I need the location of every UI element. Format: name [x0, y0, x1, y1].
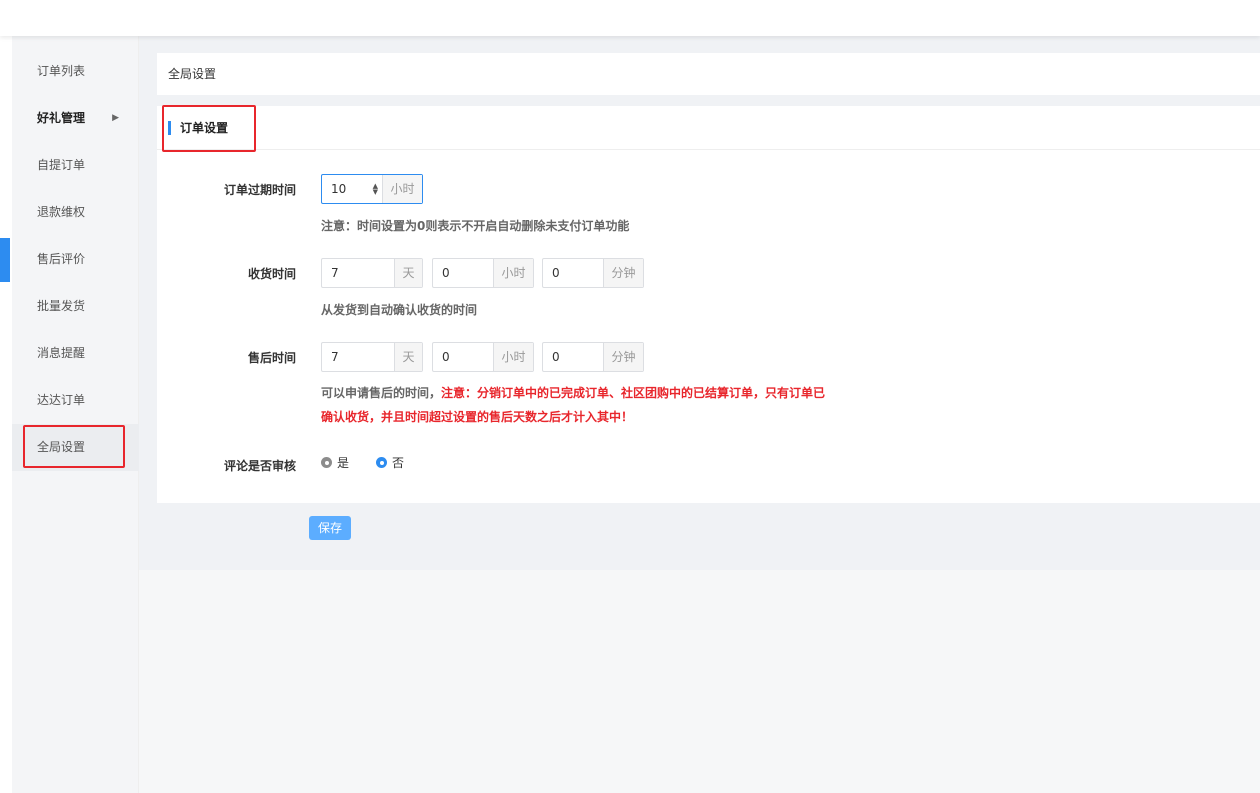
aftersale-hint-line-1: 可以申请售后的时间，注意：分销订单中的已完成订单、社区团购中的已结算订单，只有订… — [321, 384, 825, 401]
sidebar-item-order-list[interactable]: 订单列表 — [12, 48, 139, 95]
number-spinner-icon[interactable]: ▲ ▼ — [373, 183, 378, 196]
expire-hint: 注意：时间设置为0则表示不开启自动删除未支付订单功能 — [321, 219, 630, 233]
receive-days-input[interactable]: 7 — [322, 259, 394, 287]
receive-minutes-unit: 分钟 — [603, 259, 643, 287]
receive-days-group: 7 天 — [321, 258, 423, 288]
sidebar-item-refunds[interactable]: 退款维权 — [12, 189, 139, 236]
expire-input-group: 10 小时 ▲ ▼ — [321, 174, 423, 204]
top-bar — [0, 0, 1260, 36]
sidebar-item-dada-orders[interactable]: 达达订单 — [12, 377, 139, 424]
aftersale-days-unit: 天 — [394, 343, 422, 371]
radio-on-icon — [376, 457, 387, 468]
aftersale-hours-group: 0 小时 — [432, 342, 534, 372]
receive-hours-input[interactable]: 0 — [433, 259, 493, 287]
aftersale-minutes-group: 0 分钟 — [542, 342, 644, 372]
review-label: 评论是否审核 — [223, 459, 296, 473]
sidebar-item-gift-management[interactable]: 好礼管理 ▶ — [12, 95, 139, 142]
sidebar: 订单列表 好礼管理 ▶ 自提订单 退款维权 售后评价 批量发货 消息提醒 达达订单… — [12, 36, 139, 793]
receive-hours-group: 0 小时 — [432, 258, 534, 288]
aftersale-hint-warning: 注意：分销订单中的已完成订单、社区团购中的已结算订单，只有订单已 — [441, 386, 826, 400]
expire-label: 订单过期时间 — [223, 183, 296, 197]
aftersale-hours-unit: 小时 — [493, 343, 533, 371]
left-accent-indicator — [0, 238, 10, 282]
receive-hint: 从发货到自动确认收货的时间 — [321, 303, 478, 317]
review-radio-no[interactable]: 否 — [376, 454, 404, 471]
card-header-accent — [168, 121, 171, 135]
content-lower-area — [139, 570, 1260, 793]
review-radio-yes[interactable]: 是 — [321, 454, 349, 471]
aftersale-hint-prefix: 可以申请售后的时间， — [321, 386, 442, 400]
radio-off-icon — [321, 457, 332, 468]
aftersale-days-input[interactable]: 7 — [322, 343, 394, 371]
sidebar-item-reviews[interactable]: 售后评价 — [12, 236, 139, 283]
receive-minutes-input[interactable]: 0 — [543, 259, 603, 287]
receive-hours-unit: 小时 — [493, 259, 533, 287]
save-button[interactable]: 保存 — [309, 516, 351, 540]
left-strip — [0, 36, 12, 793]
sidebar-item-global-settings[interactable]: 全局设置 — [12, 424, 139, 471]
breadcrumb: 全局设置 — [157, 53, 1260, 95]
aftersale-hint-line-2: 确认收货，并且时间超过设置的售后天数之后才计入其中！ — [321, 410, 634, 424]
sidebar-item-notifications[interactable]: 消息提醒 — [12, 330, 139, 377]
aftersale-minutes-unit: 分钟 — [603, 343, 643, 371]
receive-days-unit: 天 — [394, 259, 422, 287]
aftersale-minutes-input[interactable]: 0 — [543, 343, 603, 371]
expire-unit: 小时 — [382, 175, 422, 203]
page-title: 全局设置 — [168, 67, 217, 81]
aftersale-label: 售后时间 — [247, 351, 296, 365]
receive-minutes-group: 0 分钟 — [542, 258, 644, 288]
card-title: 订单设置 — [180, 121, 229, 135]
caret-right-icon: ▶ — [112, 113, 119, 123]
aftersale-hours-input[interactable]: 0 — [433, 343, 493, 371]
sidebar-item-pickup-orders[interactable]: 自提订单 — [12, 142, 139, 189]
receive-label: 收货时间 — [247, 267, 296, 281]
sidebar-item-batch-shipping[interactable]: 批量发货 — [12, 283, 139, 330]
aftersale-days-group: 7 天 — [321, 342, 423, 372]
card-header: 订单设置 — [157, 106, 1260, 150]
